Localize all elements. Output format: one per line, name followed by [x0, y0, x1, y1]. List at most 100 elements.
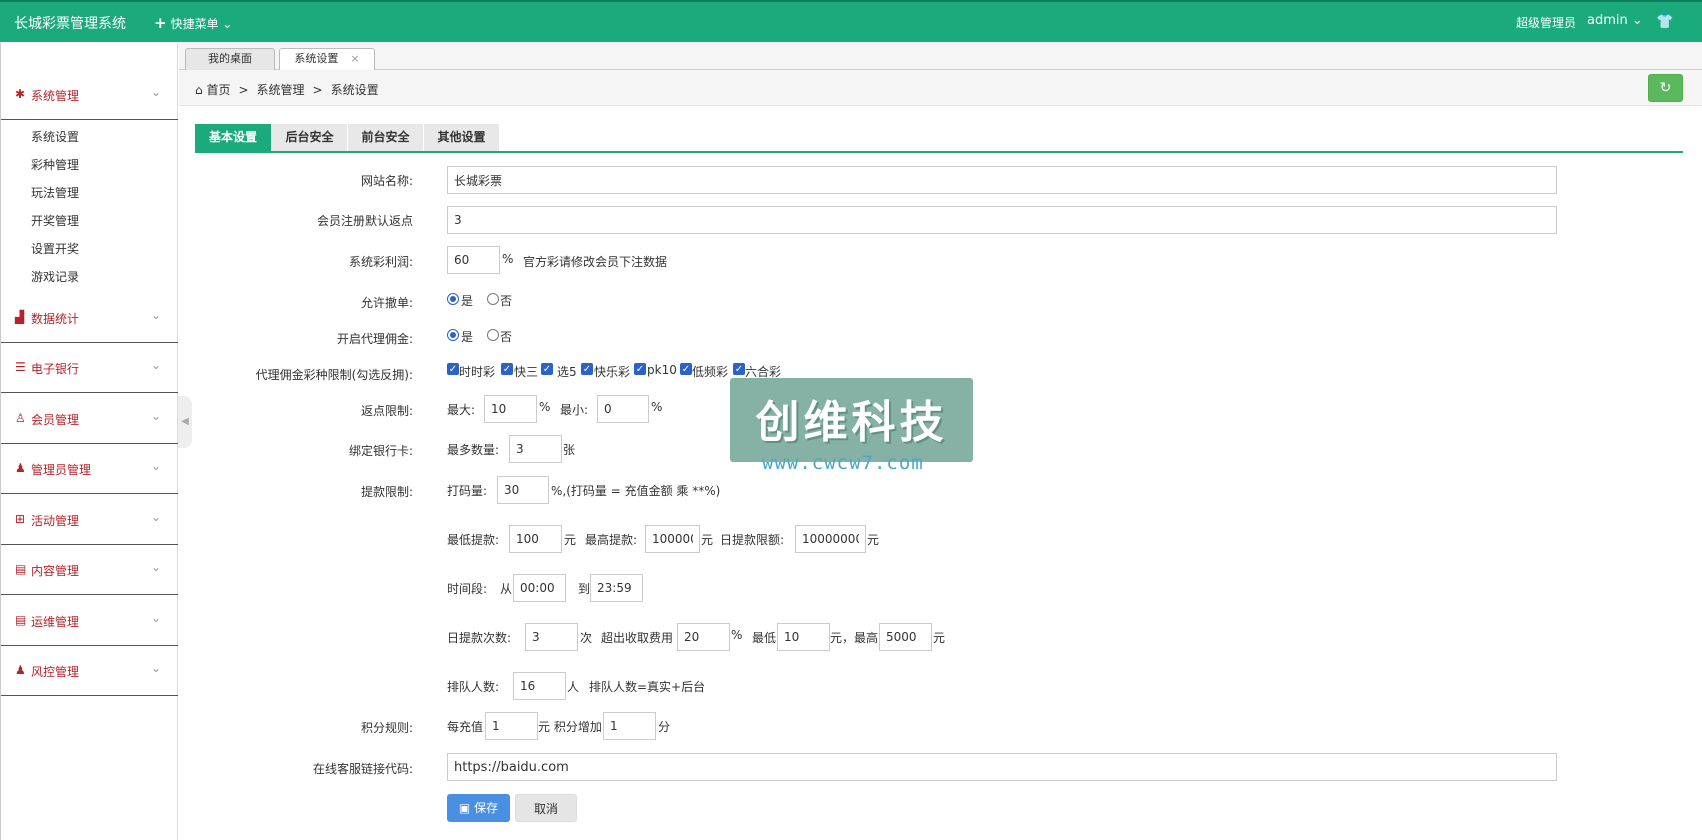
checkbox-shishicai[interactable]: ✓	[447, 363, 459, 375]
tab-backend-security[interactable]: 后台安全	[272, 124, 347, 151]
sidebar-group-activities[interactable]: ⊞ 活动管理 ⌄	[1, 496, 178, 545]
sidebar-group-label: 活动管理	[31, 514, 80, 528]
checkbox-pk10[interactable]: ✓	[634, 363, 646, 375]
fee-input[interactable]	[677, 623, 730, 651]
sidebar-item-play-methods[interactable]: 玩法管理	[31, 184, 79, 201]
user-outline-icon: ♙	[15, 411, 26, 425]
queue-input[interactable]	[513, 672, 566, 700]
rebate-min-input[interactable]	[597, 395, 649, 423]
tab-my-desktop[interactable]: 我的桌面	[185, 48, 275, 70]
list-icon: ☰	[15, 360, 26, 374]
fee-min-input[interactable]	[777, 623, 830, 651]
agent-comm-label: 开启代理佣金:	[336, 332, 413, 346]
rebate-max-label: 最大:	[447, 403, 476, 417]
gift-icon: ⊞	[15, 512, 26, 526]
sidebar-group-label: 电子银行	[31, 362, 80, 376]
quick-menu-button[interactable]: + 快捷菜单 ⌄	[154, 14, 232, 32]
sidebar-item-draw-management[interactable]: 开奖管理	[31, 212, 79, 229]
rebate-min-label: 最小:	[560, 403, 589, 417]
tab-other-settings[interactable]: 其他设置	[424, 124, 499, 151]
breadcrumb-level1[interactable]: 系统管理	[257, 83, 305, 97]
user-role: 超级管理员	[1516, 16, 1577, 30]
tab-frontend-security[interactable]: 前台安全	[348, 124, 423, 151]
checkbox-liuhecai[interactable]: ✓	[733, 363, 745, 375]
sidebar-item-lottery-types[interactable]: 彩种管理	[31, 156, 79, 173]
profit-input[interactable]	[447, 246, 500, 274]
breadcrumb-separator: >	[238, 83, 249, 97]
allow-cancel-label: 允许撤单:	[360, 296, 413, 310]
points-recharge-input[interactable]	[485, 712, 538, 740]
agent-comm-yes-label: 是	[461, 330, 474, 344]
code-amount-note: %,(打码量 = 充值金额 乘 **%)	[551, 484, 721, 498]
checkbox-xuan5[interactable]: ✓	[541, 363, 553, 375]
tab-system-settings[interactable]: 系统设置 ×	[279, 48, 375, 71]
code-amount-input[interactable]	[497, 476, 549, 504]
withdraw-label: 提款限制:	[360, 485, 413, 499]
withdraw-count-input[interactable]	[525, 623, 578, 651]
withdraw-max-label: 最高提款:	[585, 533, 638, 547]
withdraw-max-unit: 元	[701, 533, 714, 547]
queue-label: 排队人数:	[447, 680, 500, 694]
site-name-label: 网站名称:	[360, 174, 413, 188]
rebate-input[interactable]	[447, 206, 1557, 234]
bind-card-input[interactable]	[509, 435, 562, 463]
withdraw-min-unit: 元	[564, 533, 577, 547]
withdraw-count-unit: 次	[580, 631, 593, 645]
allow-cancel-no-radio[interactable]	[487, 293, 499, 305]
checkbox-dipincai[interactable]: ✓	[680, 363, 692, 375]
sidebar-item-system-settings[interactable]: 系统设置	[31, 128, 79, 145]
plus-icon: +	[154, 14, 167, 32]
rebate-limit-label: 返点限制:	[360, 404, 413, 418]
breadcrumb-home[interactable]: 首页	[206, 83, 230, 97]
agent-comm-no-radio[interactable]	[487, 329, 499, 341]
checkbox-label: 时时彩	[459, 365, 496, 379]
chevron-down-icon: ⌄	[151, 85, 162, 99]
withdraw-max-input[interactable]	[645, 525, 700, 553]
site-name-input[interactable]	[447, 166, 1557, 194]
user-icon: ♟	[15, 461, 26, 475]
sidebar-group-system[interactable]: ✱ 系统管理 ⌄	[1, 71, 178, 120]
points-gain-input[interactable]	[603, 712, 656, 740]
chevron-down-icon: ⌄	[222, 17, 233, 31]
fee-unit: %	[731, 628, 743, 642]
save-button[interactable]: ▣ 保存	[447, 794, 510, 822]
chevron-down-icon: ⌄	[151, 510, 162, 524]
watermark-title: 创维科技	[755, 397, 948, 448]
withdraw-day-unit: 元	[867, 533, 880, 547]
quick-menu-label: 快捷菜单	[170, 17, 219, 31]
checkbox-kuailecai[interactable]: ✓	[581, 363, 593, 375]
withdraw-day-input[interactable]	[795, 525, 866, 553]
gear-icon: ✱	[15, 87, 26, 101]
fee-max-input[interactable]	[879, 623, 932, 651]
cancel-button[interactable]: 取消	[515, 794, 577, 822]
allow-cancel-no-label: 否	[500, 294, 513, 308]
sidebar-group-content[interactable]: ▤ 内容管理 ⌄	[1, 546, 178, 595]
service-link-input[interactable]	[447, 753, 1557, 781]
tab-basic-settings[interactable]: 基本设置	[195, 124, 271, 151]
bind-card-label: 绑定银行卡:	[348, 444, 413, 458]
skin-icon[interactable]: 👕	[1656, 14, 1673, 30]
agent-comm-yes-radio[interactable]	[447, 329, 459, 341]
bind-card-prefix: 最多数量:	[447, 443, 500, 457]
time-from-input[interactable]	[513, 574, 566, 602]
home-icon: ⌂	[195, 83, 203, 97]
refresh-button[interactable]: ↻	[1648, 74, 1683, 102]
sidebar-group-ops[interactable]: ▤ 运维管理 ⌄	[1, 597, 178, 646]
sidebar-group-risk[interactable]: ♟ 风控管理 ⌄	[1, 647, 178, 696]
allow-cancel-yes-label: 是	[461, 294, 474, 308]
checkbox-kuaisan[interactable]: ✓	[501, 363, 513, 375]
withdraw-min-input[interactable]	[509, 525, 562, 553]
points-label: 积分规则:	[360, 721, 413, 735]
sidebar-item-set-draw[interactable]: 设置开奖	[31, 240, 79, 257]
breadcrumb-level2: 系统设置	[330, 83, 379, 97]
agent-comm-no-label: 否	[500, 330, 513, 344]
allow-cancel-yes-radio[interactable]	[447, 293, 459, 305]
close-icon[interactable]: ×	[350, 52, 359, 65]
fee-max-label: 元，最高	[830, 631, 879, 645]
time-to-input[interactable]	[590, 574, 643, 602]
sidebar-item-game-records[interactable]: 游戏记录	[31, 268, 79, 285]
rebate-max-input[interactable]	[484, 395, 537, 423]
user-menu[interactable]: admin ⌄	[1587, 13, 1643, 28]
book-icon: ▤	[15, 613, 27, 627]
breadcrumb: ⌂ 首页 > 系统管理 > 系统设置	[195, 81, 379, 98]
